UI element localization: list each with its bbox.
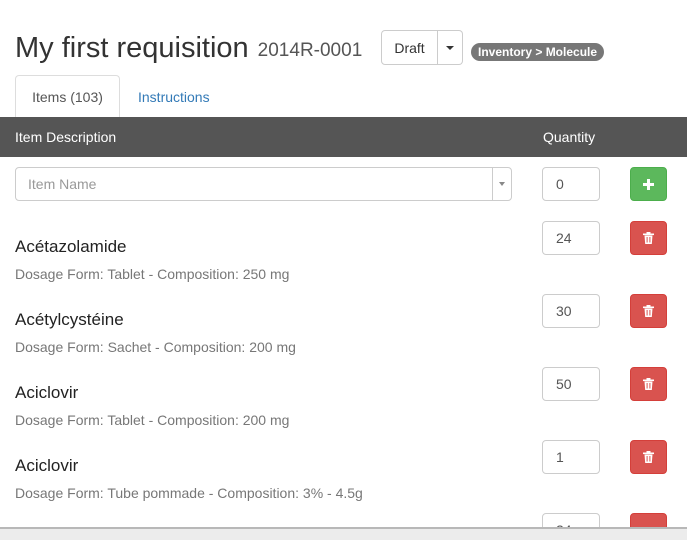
item-name: Aciclovir	[15, 456, 79, 475]
tab-instructions[interactable]: Instructions	[125, 75, 223, 118]
item-name: Acétazolamide	[15, 237, 127, 256]
item-name: Aciclovir	[15, 383, 79, 402]
item-detail: Dosage Form: Sachet - Composition: 200 m…	[15, 339, 296, 355]
trash-icon	[643, 232, 654, 244]
add-item-button[interactable]	[630, 167, 667, 201]
delete-item-button[interactable]	[630, 440, 667, 474]
trash-icon	[643, 305, 654, 317]
status-dropdown-toggle[interactable]	[438, 30, 463, 65]
delete-item-button[interactable]	[630, 294, 667, 328]
column-header-quantity: Quantity	[543, 129, 596, 145]
status-button-group: Draft	[381, 30, 463, 65]
column-header-description: Item Description	[15, 129, 117, 145]
item-quantity-input[interactable]: 24	[542, 221, 600, 255]
item-detail: Dosage Form: Tube pommade - Composition:…	[15, 485, 363, 501]
trash-icon	[643, 451, 654, 463]
item-quantity-input[interactable]: 1	[542, 440, 600, 474]
item-detail: Dosage Form: Tablet - Composition: 250 m…	[15, 266, 290, 282]
category-badge: Inventory > Molecule	[471, 43, 605, 61]
plus-icon	[643, 178, 654, 190]
new-item-quantity-input[interactable]: 0	[542, 167, 600, 201]
item-detail: Dosage Form: Tablet - Composition: 200 m…	[15, 412, 290, 428]
page-title: My first requisition	[15, 31, 249, 64]
item-name: Acétylcystéine	[15, 310, 124, 329]
select-toggle[interactable]	[492, 168, 511, 200]
chevron-down-icon	[446, 45, 454, 50]
delete-item-button[interactable]	[630, 221, 667, 255]
table-header: Item Description Quantity	[0, 117, 687, 157]
status-button[interactable]: Draft	[381, 30, 438, 65]
chevron-down-icon	[499, 182, 505, 186]
item-name-placeholder: Item Name	[28, 176, 97, 192]
delete-item-button[interactable]	[630, 367, 667, 401]
tab-bar: Items (103) Instructions	[0, 75, 687, 118]
item-quantity-input[interactable]: 50	[542, 367, 600, 401]
editor-status-bar	[0, 527, 687, 540]
page-header: My first requisition 2014R-0001	[15, 28, 362, 68]
requisition-id: 2014R-0001	[257, 40, 363, 61]
trash-icon	[643, 378, 654, 390]
item-quantity-input[interactable]: 30	[542, 294, 600, 328]
item-name-select[interactable]: Item Name	[15, 167, 512, 201]
tab-items[interactable]: Items (103)	[15, 75, 120, 118]
